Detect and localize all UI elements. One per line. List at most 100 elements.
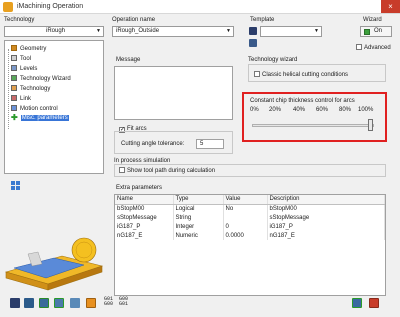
tree-guide-line bbox=[8, 49, 9, 129]
tree-item-misc-parameters[interactable]: ✚ Misc. parameters bbox=[11, 114, 69, 125]
chip-thickness-title: Constant chip thickness control for arcs bbox=[250, 98, 355, 104]
column-header-value[interactable]: Value bbox=[223, 195, 268, 205]
classic-helical-checkbox-box[interactable] bbox=[254, 71, 260, 77]
chevron-down-icon: ▼ bbox=[314, 28, 319, 34]
tool-icon bbox=[11, 55, 17, 61]
tree-item-technology[interactable]: Technology bbox=[11, 85, 50, 95]
tree-item-link[interactable]: Link bbox=[11, 95, 31, 105]
cell-value[interactable] bbox=[223, 213, 268, 222]
simulate-icon[interactable] bbox=[86, 298, 96, 308]
tree-item-label: Technology Wizard bbox=[20, 76, 71, 82]
calculate-icon[interactable] bbox=[70, 298, 80, 308]
show-tool-path-checkbox-box[interactable] bbox=[119, 167, 125, 173]
window-title: iMachining Operation bbox=[17, 3, 84, 10]
tree-item-technology-wizard[interactable]: Technology Wizard bbox=[11, 75, 71, 85]
cell-description: sStopMessage bbox=[267, 213, 385, 222]
title-bar: iMachining Operation × bbox=[0, 0, 400, 14]
cell-value[interactable]: 0.0000 bbox=[223, 231, 268, 240]
cell-name: iG187_P bbox=[115, 222, 174, 231]
cutting-tolerance-input[interactable]: 5 bbox=[196, 139, 224, 149]
cell-description: nG187_E bbox=[267, 231, 385, 240]
grid-view-icon[interactable] bbox=[11, 181, 21, 191]
gcode-button[interactable]: G01 G00 bbox=[104, 297, 118, 307]
tree-item-label: Tool bbox=[20, 56, 32, 62]
chip-tick-20: 20% bbox=[269, 107, 282, 113]
classic-helical-label: Classic helical cutting conditions bbox=[262, 72, 349, 78]
tree-item-label: Geometry bbox=[20, 46, 47, 52]
operation-name-input[interactable]: iRough_Outside ▼ bbox=[112, 26, 234, 37]
cell-value[interactable]: 0 bbox=[223, 222, 268, 231]
advanced-label: Advanced bbox=[364, 45, 391, 51]
chip-slider-track[interactable] bbox=[252, 124, 374, 127]
cell-value[interactable]: No bbox=[223, 204, 268, 213]
classic-helical-checkbox[interactable]: Classic helical cutting conditions bbox=[254, 71, 348, 78]
message-box bbox=[114, 66, 233, 120]
close-button[interactable]: × bbox=[381, 0, 400, 13]
cell-description: bStopM00 bbox=[267, 204, 385, 213]
chip-tick-80: 80% bbox=[339, 107, 352, 113]
table-row[interactable]: sStopMessage String sStopMessage bbox=[115, 213, 385, 222]
tree-item-motion-control[interactable]: Motion control bbox=[11, 105, 58, 115]
cell-name: nG187_E bbox=[115, 231, 174, 240]
cell-name: sStopMessage bbox=[115, 213, 174, 222]
tree-item-label: Technology bbox=[20, 86, 51, 92]
app-icon bbox=[3, 2, 13, 12]
technology-label: Technology bbox=[4, 17, 35, 23]
tree-item-label: Misc. parameters bbox=[20, 115, 69, 121]
operation-tree[interactable]: Geometry Tool Levels Technology Wizard T… bbox=[4, 40, 104, 174]
gcode-line-2: G00 bbox=[104, 301, 114, 307]
save-calculate-icon[interactable] bbox=[24, 298, 34, 308]
ok-icon[interactable] bbox=[352, 298, 362, 308]
tree-item-geometry[interactable]: Geometry bbox=[11, 45, 46, 55]
link-icon bbox=[11, 95, 17, 101]
chevron-down-icon: ▼ bbox=[226, 28, 231, 34]
column-header-type[interactable]: Type bbox=[173, 195, 224, 205]
wizard-on-label: On bbox=[374, 28, 383, 34]
levels-icon bbox=[11, 65, 17, 71]
wizard-icon bbox=[11, 75, 17, 81]
cutting-tolerance-label: Cutting angle tolerance: bbox=[121, 141, 185, 147]
technology-icon bbox=[11, 85, 17, 91]
gcode-view-button[interactable]: G00 G01 bbox=[119, 297, 133, 307]
geometry-icon bbox=[11, 45, 17, 51]
table-row[interactable]: bStopM00 Logical No bStopM00 bbox=[115, 204, 385, 213]
extra-parameters-title: Extra parameters bbox=[116, 185, 163, 191]
table-row[interactable]: nG187_E Numeric 0.0000 nG187_E bbox=[115, 231, 385, 240]
save-template-icon[interactable] bbox=[249, 27, 257, 35]
wizard-on-button[interactable]: On bbox=[360, 26, 392, 37]
table-row[interactable]: iG187_P Integer 0 iG187_P bbox=[115, 222, 385, 231]
tree-item-label: Motion control bbox=[20, 106, 58, 112]
show-tool-path-checkbox[interactable]: Show tool path during calculation bbox=[119, 167, 215, 174]
technology-select[interactable]: iRough ▼ bbox=[4, 26, 104, 37]
exit-icon[interactable] bbox=[369, 298, 379, 308]
show-tool-path-label: Show tool path during calculation bbox=[127, 168, 216, 174]
operation-name-label: Operation name bbox=[112, 17, 156, 23]
save-calculate-simulate-icon[interactable] bbox=[54, 298, 64, 308]
motion-icon bbox=[11, 105, 17, 111]
save-icon[interactable] bbox=[10, 298, 20, 308]
chip-tick-100: 100% bbox=[358, 107, 374, 113]
save-calculate-post-icon[interactable] bbox=[39, 298, 49, 308]
advanced-checkbox-box[interactable] bbox=[356, 44, 362, 50]
column-header-name[interactable]: Name bbox=[115, 195, 174, 205]
cell-type: Integer bbox=[173, 222, 224, 231]
advanced-checkbox[interactable]: Advanced bbox=[356, 44, 391, 51]
template-select[interactable]: ▼ bbox=[260, 26, 322, 37]
chip-slider-thumb[interactable] bbox=[368, 119, 373, 131]
technology-wizard-title: Technology wizard bbox=[248, 57, 298, 63]
cell-name: bStopM00 bbox=[115, 204, 174, 213]
column-header-description[interactable]: Description bbox=[267, 195, 385, 205]
tree-item-label: Levels bbox=[20, 66, 38, 72]
template-label: Template bbox=[250, 17, 275, 23]
wizard-status-icon bbox=[364, 29, 370, 35]
wizard-label: Wizard bbox=[363, 17, 382, 23]
tree-item-levels[interactable]: Levels bbox=[11, 65, 37, 75]
cell-type: Numeric bbox=[173, 231, 224, 240]
extra-parameters-table[interactable]: Name Type Value Description bStopM00 Log… bbox=[114, 194, 386, 296]
gcode-line-4: G01 bbox=[119, 301, 129, 307]
cell-description: iG187_P bbox=[267, 222, 385, 231]
machining-preview-image bbox=[4, 232, 104, 294]
load-template-icon[interactable] bbox=[249, 39, 257, 47]
tree-item-tool[interactable]: Tool bbox=[11, 55, 31, 65]
operation-name-value: iRough_Outside bbox=[116, 28, 160, 34]
